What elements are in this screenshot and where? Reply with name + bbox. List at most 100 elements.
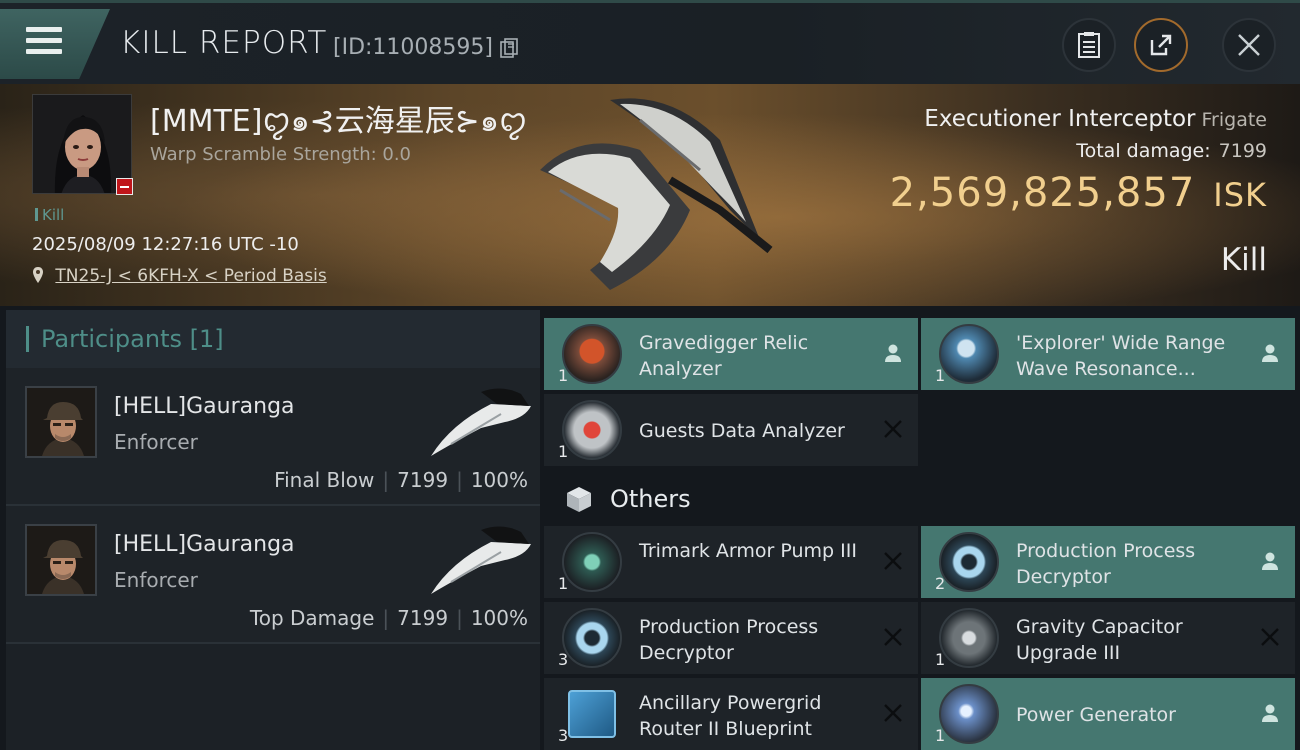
participant-portrait <box>27 388 95 456</box>
warp-scramble-text: Warp Scramble Strength: 0.0 <box>150 144 412 165</box>
participant-damage: 7199 <box>397 468 449 492</box>
top-bar: KILL REPORT [ID:11008595] <box>0 0 1300 84</box>
victim-banner: [MMTE]ꨄ๑⊰云海星辰⊱๑ꨄ Warp Scramble Strength:… <box>0 84 1300 306</box>
person-icon <box>1262 344 1278 362</box>
item-quantity: 3 <box>558 650 569 669</box>
item-name: Gravedigger Relic Analyzer <box>639 332 809 380</box>
person-icon <box>885 344 901 362</box>
decryptor-icon <box>562 608 622 668</box>
clipboard-icon <box>1078 32 1100 58</box>
participant-name[interactable]: [HELL]Gauranga <box>114 394 295 419</box>
item-quantity: 1 <box>935 366 946 385</box>
participant-ship-image <box>431 388 531 456</box>
destroyed-x-icon <box>884 628 902 646</box>
capacitor-upgrade-icon <box>939 608 999 668</box>
item-name: Power Generator <box>1016 704 1176 726</box>
item-name: Production Process Decryptor <box>639 616 819 664</box>
participant-tag: Top Damage <box>249 606 375 630</box>
report-id: [ID:11008595] <box>333 35 493 60</box>
destroyed-x-icon <box>884 420 902 438</box>
kill-tag: Kill <box>35 206 64 224</box>
destroyed-x-icon <box>884 704 902 722</box>
total-damage: Total damage: 7199 <box>1076 140 1267 162</box>
item-card[interactable]: 1 Power Generator <box>921 678 1295 750</box>
item-quantity: 1 <box>935 726 946 745</box>
item-card[interactable]: 3 Ancillary Powergrid Router II Blueprin… <box>544 678 918 750</box>
item-quantity: 2 <box>935 574 946 593</box>
menu-icon[interactable] <box>26 27 62 57</box>
participant-ship: Enforcer <box>114 568 198 592</box>
person-icon <box>1262 704 1278 722</box>
participant-stats: Top Damage | 7199 | 100% <box>249 606 528 630</box>
item-name: 'Explorer' Wide Range Wave Resonance... <box>1016 332 1226 380</box>
item-quantity: 1 <box>558 574 569 593</box>
victim-ship-image <box>540 98 773 290</box>
person-icon <box>1262 552 1278 570</box>
total-damage-label: Total damage: <box>1076 140 1211 162</box>
item-quantity: 1 <box>558 442 569 461</box>
participants-panel: Participants [1] [HELL]Gauranga Enforcer… <box>6 310 540 750</box>
item-name: Guests Data Analyzer <box>639 420 845 442</box>
participant-avatar[interactable] <box>25 524 97 596</box>
destroyed-x-icon <box>884 552 902 570</box>
scanner-probe-icon <box>939 324 999 384</box>
participant-damage: 7199 <box>397 606 449 630</box>
others-title: Others <box>610 485 691 513</box>
kill-datetime: 2025/08/09 12:27:16 UTC -10 <box>32 234 299 255</box>
victim-ship-name: Executioner Interceptor Frigate <box>924 106 1267 132</box>
item-name: Trimark Armor Pump III <box>639 540 857 562</box>
victim-name[interactable]: [MMTE]ꨄ๑⊰云海星辰⊱๑ꨄ <box>150 96 527 145</box>
ship-class: Frigate <box>1201 109 1267 131</box>
item-quantity: 3 <box>558 726 569 745</box>
kill-location[interactable]: TN25-J < 6KFH-X < Period Basis <box>32 266 327 286</box>
armor-pump-icon <box>562 532 622 592</box>
relic-analyzer-icon <box>562 324 622 384</box>
participant-row[interactable]: [HELL]Gauranga Enforcer Top Damage | 7199 |… <box>6 506 540 644</box>
status-badge <box>116 178 133 195</box>
blueprint-icon <box>568 690 616 738</box>
cube-icon <box>567 487 591 512</box>
close-button[interactable] <box>1222 18 1276 72</box>
item-card[interactable]: 1 Gravity Capacitor Upgrade III <box>921 602 1295 674</box>
participants-header[interactable]: Participants [1] <box>6 310 540 368</box>
isk-value: 2,569,825,857 ISK <box>890 170 1267 216</box>
item-name: Ancillary Powergrid Router II Blueprint <box>639 692 822 740</box>
participant-stats: Final Blow | 7199 | 100% <box>274 468 528 492</box>
item-quantity: 1 <box>558 366 569 385</box>
item-name: Production Process Decryptor <box>1016 540 1196 588</box>
clipboard-button[interactable] <box>1062 18 1116 72</box>
item-card[interactable]: 1 Trimark Armor Pump III <box>544 526 918 598</box>
isk-amount: 2,569,825,857 <box>889 170 1196 216</box>
participant-row[interactable]: [HELL]Gauranga Enforcer Final Blow | 7199 |… <box>6 368 540 506</box>
copy-icon[interactable] <box>500 38 518 58</box>
item-card[interactable]: 1 'Explorer' Wide Range Wave Resonance..… <box>921 318 1295 390</box>
participant-avatar[interactable] <box>25 386 97 458</box>
participant-tag: Final Blow <box>274 468 375 492</box>
share-button[interactable] <box>1134 18 1188 72</box>
item-card[interactable]: 1 Guests Data Analyzer <box>544 394 918 466</box>
participant-portrait <box>27 526 95 594</box>
location-link[interactable]: TN25-J < 6KFH-X < Period Basis <box>55 266 326 286</box>
item-card[interactable]: 2 Production Process Decryptor <box>921 526 1295 598</box>
participant-percent: 100% <box>470 468 528 492</box>
item-name: Gravity Capacitor Upgrade III <box>1016 616 1183 664</box>
page-title: KILL REPORT <box>120 25 328 61</box>
ship-name-text[interactable]: Executioner Interceptor <box>924 106 1195 132</box>
location-pin-icon <box>33 267 43 283</box>
destroyed-x-icon <box>1261 628 1279 646</box>
others-section-header: Others <box>544 472 918 526</box>
isk-unit: ISK <box>1213 176 1267 214</box>
share-icon <box>1150 34 1172 56</box>
total-damage-value: 7199 <box>1218 140 1267 162</box>
close-icon <box>1238 34 1260 56</box>
kill-result: Kill <box>1220 242 1267 278</box>
participant-percent: 100% <box>470 606 528 630</box>
decryptor-icon <box>939 532 999 592</box>
item-card[interactable]: 1 Gravedigger Relic Analyzer <box>544 318 918 390</box>
item-card[interactable]: 3 Production Process Decryptor <box>544 602 918 674</box>
items-panel: 1 Gravedigger Relic Analyzer 1 'Explorer… <box>544 318 1300 750</box>
data-analyzer-icon <box>562 400 622 460</box>
participant-name[interactable]: [HELL]Gauranga <box>114 532 295 557</box>
participant-ship-image <box>431 526 531 594</box>
power-generator-icon <box>939 684 999 744</box>
